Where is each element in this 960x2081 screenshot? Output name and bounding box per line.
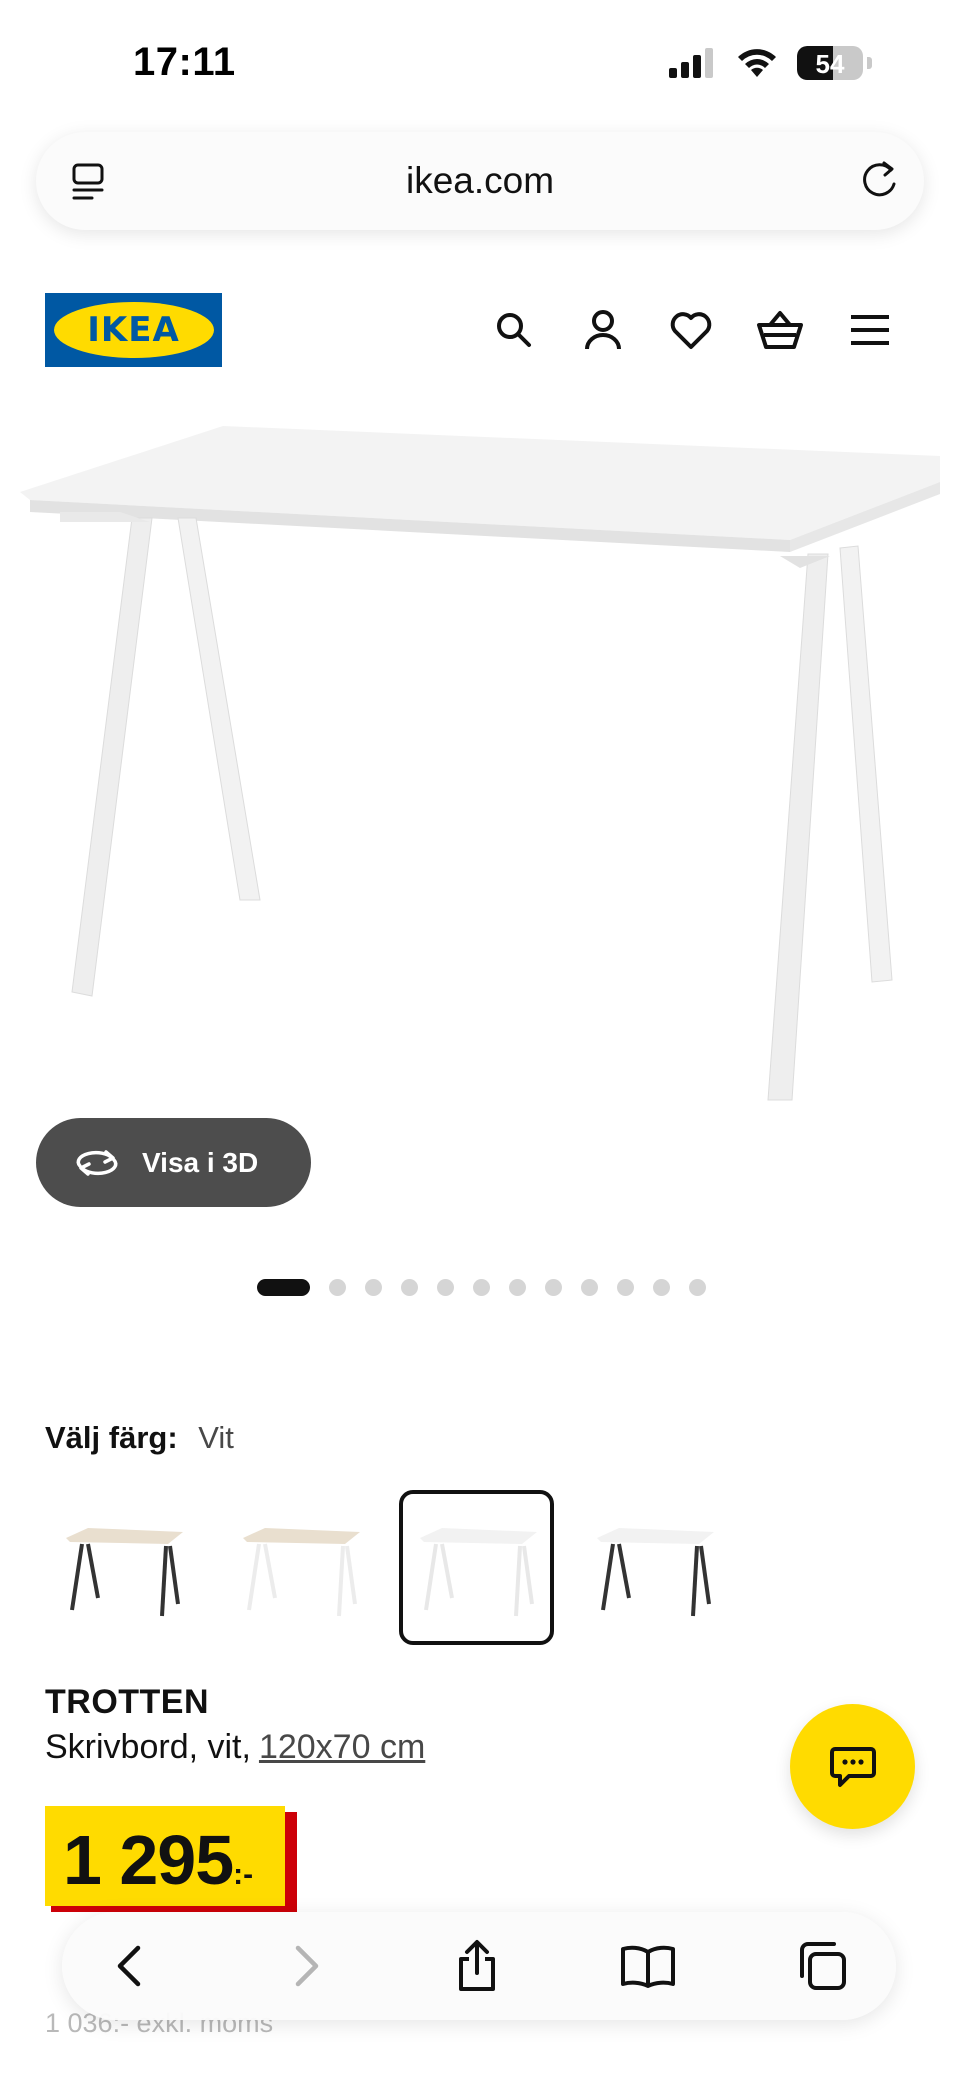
price-tag: 1 295 :- [45,1806,297,1912]
color-swatch-beige-anthracite[interactable] [45,1490,200,1645]
wifi-icon [738,49,776,77]
menu-icon[interactable] [844,304,896,356]
gallery-dot[interactable] [617,1279,634,1296]
status-icons: 54 [669,46,872,80]
search-icon[interactable] [488,304,540,356]
gallery-dot[interactable] [581,1279,598,1296]
gallery-dot[interactable] [473,1279,490,1296]
bookmarks-icon[interactable] [616,1934,680,1998]
price-value: 1 295 [63,1821,234,1899]
gallery-pagination [257,1279,706,1296]
status-bar: 17:11 54 [0,0,960,120]
color-swatches [45,1490,731,1645]
gallery-dot[interactable] [365,1279,382,1296]
product-size-link[interactable]: 120x70 cm [259,1728,425,1766]
gallery-dot[interactable] [689,1279,706,1296]
battery-indicator: 54 [797,46,863,80]
price-box: 1 295 :- [45,1806,285,1906]
browser-toolbar [62,1912,896,2020]
gallery-dot[interactable] [329,1279,346,1296]
gallery-dot[interactable] [653,1279,670,1296]
product-type: Skrivbord, vit, [45,1728,251,1766]
product-description: Skrivbord, vit, 120x70 cm [45,1728,425,1767]
color-swatch-white-selected[interactable] [399,1490,554,1645]
gallery-dot[interactable] [401,1279,418,1296]
ikea-logo-text: IKEA [87,310,180,350]
color-chooser-heading: Välj färg: Vit [45,1420,234,1456]
chat-icon [829,1746,876,1787]
ikea-logo[interactable]: IKEA [45,293,222,367]
heart-icon[interactable] [665,304,717,356]
url-text[interactable]: ikea.com [36,160,924,202]
reload-icon[interactable] [858,158,902,202]
forward-icon[interactable] [274,1934,338,1998]
chat-button[interactable] [790,1704,915,1829]
status-time: 17:11 [133,40,236,84]
tabs-icon[interactable] [790,1934,854,1998]
view-in-3d-button[interactable]: Visa i 3D [36,1118,311,1207]
price-currency: :- [233,1858,254,1891]
gallery-dot[interactable] [545,1279,562,1296]
battery-nub [867,57,872,69]
gallery-dot-active[interactable] [257,1279,310,1296]
battery-percent: 54 [815,49,845,79]
product-name: TROTTEN [45,1683,210,1721]
color-swatch-white-anthracite[interactable] [576,1490,731,1645]
account-icon[interactable] [577,304,629,356]
cellular-signal-icon [669,48,713,78]
view-in-3d-label: Visa i 3D [142,1146,259,1178]
address-bar[interactable]: ikea.com [36,132,924,230]
share-icon[interactable] [445,1934,509,1998]
rotate-3d-icon [76,1149,118,1176]
gallery-dot[interactable] [509,1279,526,1296]
basket-icon[interactable] [754,304,806,356]
color-swatch-beige-white[interactable] [222,1490,377,1645]
selected-color-value: Vit [198,1420,234,1455]
product-image-desk[interactable] [0,400,960,1140]
color-chooser-label: Välj färg: [45,1420,178,1455]
gallery-dot[interactable] [437,1279,454,1296]
back-icon[interactable] [98,1934,162,1998]
ikea-logo-oval: IKEA [53,302,214,358]
